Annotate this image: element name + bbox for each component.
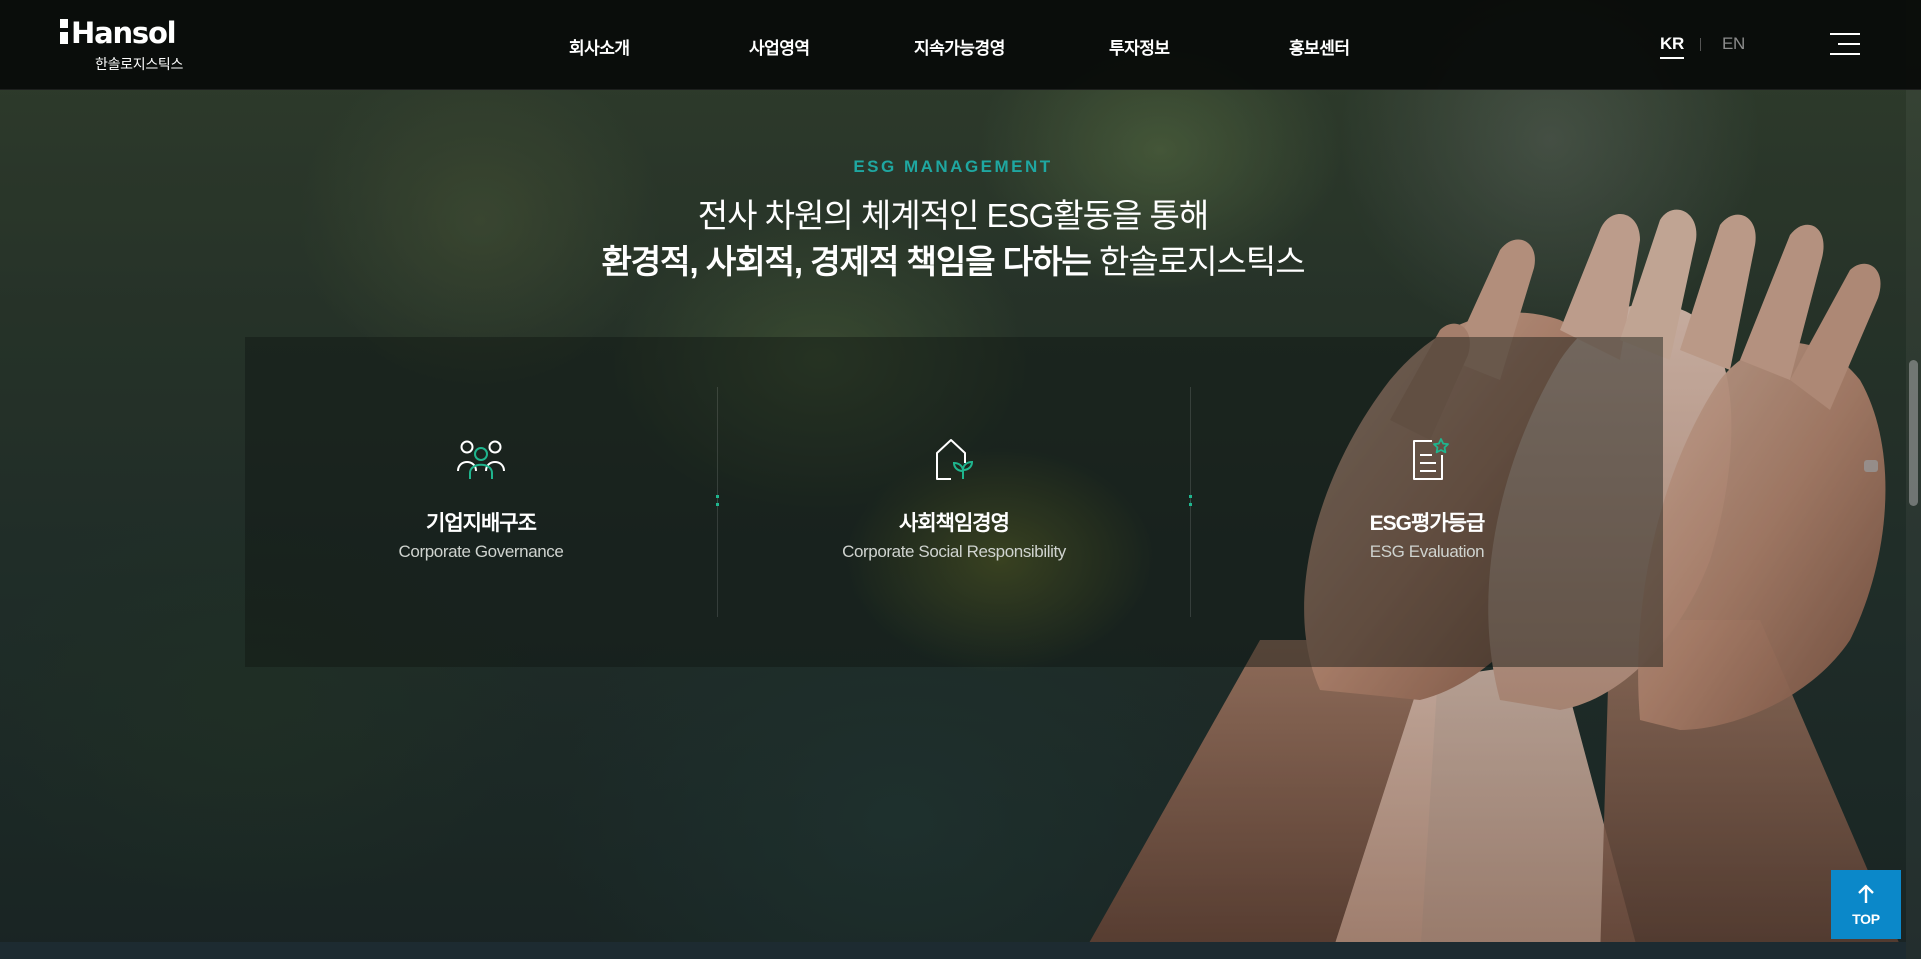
card-title: 기업지배구조 bbox=[426, 512, 537, 535]
hansol-logo[interactable]: Hansol 한솔로지스틱스 bbox=[60, 16, 200, 74]
hamburger-menu-icon[interactable] bbox=[1830, 33, 1860, 57]
esg-card-social-responsibility[interactable]: 사회책임경영 Corporate Social Responsibility bbox=[718, 337, 1190, 667]
headline-line-2-bold: 환경적, 사회적, 경제적 책임을 다하는 bbox=[601, 243, 1091, 280]
nav-item-company[interactable]: 회사소개 bbox=[569, 34, 630, 59]
top-button-label: TOP bbox=[1852, 911, 1880, 927]
language-divider bbox=[1700, 38, 1701, 51]
section-eyebrow: ESG MANAGEMENT bbox=[853, 157, 1053, 176]
esg-card-governance[interactable]: 기업지배구조 Corporate Governance bbox=[245, 337, 717, 667]
arrow-up-icon bbox=[1858, 884, 1874, 903]
nav-item-business[interactable]: 사업영역 bbox=[749, 34, 810, 59]
nav-item-investor[interactable]: 투자정보 bbox=[1109, 34, 1170, 59]
page-scrollbar[interactable] bbox=[1906, 0, 1921, 959]
card-subtitle: Corporate Governance bbox=[398, 542, 564, 561]
card-title: 사회책임경영 bbox=[899, 512, 1010, 535]
people-icon bbox=[457, 440, 505, 479]
logo-subname: 한솔로지스틱스 bbox=[95, 56, 184, 72]
language-en[interactable]: EN bbox=[1722, 34, 1745, 54]
nav-item-pr-center[interactable]: 홍보센터 bbox=[1289, 34, 1350, 59]
card-title: ESG평가등급 bbox=[1369, 512, 1486, 535]
esg-card-panel: 기업지배구조 Corporate Governance 사회책임경영 Corpo… bbox=[245, 337, 1663, 667]
logo-mark-icon bbox=[60, 19, 68, 45]
scroll-to-top-button[interactable]: TOP bbox=[1831, 870, 1901, 939]
logo-wordmark: Hansol bbox=[71, 16, 177, 50]
next-section-edge bbox=[0, 942, 1906, 959]
card-subtitle: ESG Evaluation bbox=[1369, 542, 1485, 561]
section-headline: 전사 차원의 체계적인 ESG활동을 통해 환경적, 사회적, 경제적 책임을 … bbox=[0, 193, 1906, 285]
esg-card-esg-evaluation[interactable]: ESG평가등급 ESG Evaluation bbox=[1191, 337, 1663, 667]
nav-item-sustainability[interactable]: 지속가능경영 bbox=[914, 34, 1005, 59]
site-header: Hansol 한솔로지스틱스 회사소개 사업영역 지속가능경영 투자정보 홍보센… bbox=[0, 0, 1921, 90]
language-kr[interactable]: KR bbox=[1660, 34, 1684, 59]
headline-line-2-regular: 한솔로지스틱스 bbox=[1099, 243, 1306, 280]
headline-line-2: 환경적, 사회적, 경제적 책임을 다하는 한솔로지스틱스 bbox=[0, 239, 1906, 285]
headline-line-1: 전사 차원의 체계적인 ESG활동을 통해 bbox=[697, 197, 1209, 234]
card-subtitle: Corporate Social Responsibility bbox=[842, 542, 1066, 561]
scrollbar-thumb[interactable] bbox=[1909, 360, 1918, 506]
house-sprout-icon bbox=[936, 439, 974, 480]
document-star-icon bbox=[1413, 438, 1449, 480]
